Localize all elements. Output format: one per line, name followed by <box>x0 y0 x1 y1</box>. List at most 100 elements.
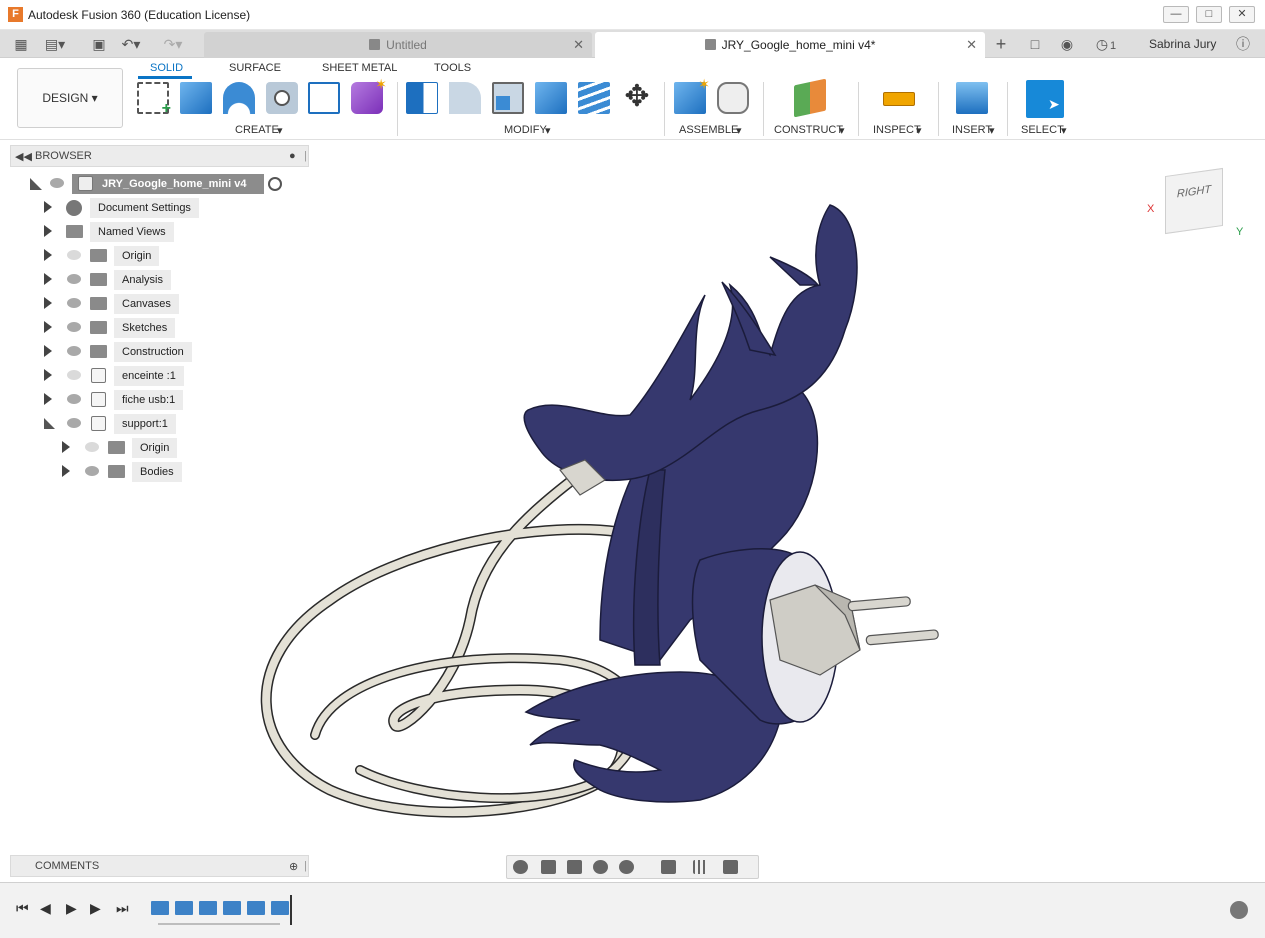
expand-triangle-icon[interactable] <box>44 393 52 405</box>
hidden-eye-icon[interactable] <box>67 250 81 260</box>
create-menu[interactable]: CREATE <box>235 124 279 136</box>
hidden-eye-icon[interactable] <box>85 442 99 452</box>
browser-root-node[interactable]: JRY_Google_home_mini v4 <box>26 174 296 194</box>
browser-item-bodies[interactable]: Bodies <box>62 462 192 482</box>
combine-icon[interactable] <box>535 82 567 114</box>
expand-triangle-icon[interactable] <box>62 441 70 453</box>
expand-triangle-icon[interactable] <box>44 321 52 333</box>
collapse-triangle-icon[interactable] <box>30 178 42 190</box>
fit-zoom-icon[interactable] <box>619 860 634 874</box>
support-body[interactable] <box>523 204 858 803</box>
expand-triangle-icon[interactable] <box>44 273 52 285</box>
visibility-eye-icon[interactable] <box>67 346 81 356</box>
look-at-icon[interactable] <box>541 860 556 874</box>
visibility-eye-icon[interactable] <box>67 298 81 308</box>
close-tab-icon[interactable]: ✕ <box>573 32 584 58</box>
press-pull-icon[interactable] <box>406 82 438 114</box>
joint-icon[interactable] <box>717 82 749 114</box>
comment-bubble-icon[interactable]: □ <box>1024 34 1046 54</box>
browser-item-support[interactable]: support:1 <box>44 414 184 434</box>
redo-icon[interactable]: ↷▾ <box>162 34 184 54</box>
visibility-eye-icon[interactable] <box>67 274 81 284</box>
tab-untitled[interactable]: Untitled ✕ <box>204 32 592 58</box>
expand-triangle-icon[interactable] <box>44 225 52 237</box>
tab-sheet-metal[interactable]: SHEET METAL <box>322 62 397 74</box>
collapse-browser-icon[interactable]: ◀◀ <box>15 150 32 163</box>
user-name[interactable]: Sabrina Jury <box>1149 37 1216 51</box>
timeline-feature-icon[interactable] <box>199 901 217 915</box>
file-menu-icon[interactable]: ▤▾ <box>44 34 66 54</box>
orbit-icon[interactable] <box>513 860 528 874</box>
notifications-button[interactable]: ◷ 1 <box>1090 34 1122 54</box>
minus-circle-icon[interactable]: ● <box>289 150 296 162</box>
timeline-feature-icon[interactable] <box>223 901 241 915</box>
power-plug[interactable] <box>769 584 939 676</box>
browser-item-fiche-usb[interactable]: fiche usb:1 <box>44 390 194 410</box>
3d-viewport[interactable] <box>0 140 1265 855</box>
browser-panel-header[interactable]: ◀◀ BROWSER ● | <box>10 145 309 167</box>
browser-item-named-views[interactable]: Named Views <box>44 222 184 242</box>
expand-triangle-icon[interactable] <box>44 249 52 261</box>
timeline-feature-icon[interactable] <box>175 901 193 915</box>
new-component-icon[interactable]: ✶ <box>674 76 710 114</box>
step-back-icon[interactable]: ◀ <box>40 900 51 917</box>
pan-hand-icon[interactable] <box>567 860 582 874</box>
visibility-eye-icon[interactable] <box>50 178 64 188</box>
close-tab-icon[interactable]: ✕ <box>966 32 977 58</box>
move-copy-icon[interactable]: ✥ <box>621 82 653 114</box>
root-component-label[interactable]: JRY_Google_home_mini v4 <box>72 174 264 194</box>
collapse-triangle-icon[interactable] <box>44 418 55 429</box>
step-forward-icon[interactable]: ▶ <box>90 900 101 917</box>
offset-plane-icon[interactable] <box>794 78 826 118</box>
activate-radio-icon[interactable] <box>268 177 282 191</box>
modify-menu[interactable]: MODIFY <box>504 124 547 136</box>
tab-tools[interactable]: TOOLS <box>434 62 471 74</box>
browser-item-construction[interactable]: Construction <box>44 342 204 362</box>
timeline-feature-icon[interactable] <box>151 901 169 915</box>
visibility-eye-icon[interactable] <box>67 322 81 332</box>
undo-icon[interactable]: ↶▾ <box>120 34 142 54</box>
data-panel-grid-icon[interactable]: ▦ <box>10 34 32 54</box>
play-icon[interactable]: ▶ <box>66 900 77 917</box>
insert-menu[interactable]: INSERT <box>952 124 992 136</box>
visibility-eye-icon[interactable] <box>67 394 81 404</box>
expand-triangle-icon[interactable] <box>44 369 52 381</box>
shell-icon[interactable] <box>492 82 524 114</box>
panel-pin-icon[interactable]: | <box>304 150 307 162</box>
expand-triangle-icon[interactable] <box>62 465 70 477</box>
timeline-feature-icon[interactable] <box>247 901 265 915</box>
visibility-eye-icon[interactable] <box>67 418 81 428</box>
browser-item-support-origin[interactable]: Origin <box>62 438 192 458</box>
select-menu[interactable]: SELECT <box>1021 124 1064 136</box>
display-settings-icon[interactable] <box>661 860 676 874</box>
workspace-switcher-button[interactable]: DESIGN ▾ <box>17 68 123 128</box>
hole-icon[interactable] <box>266 82 298 114</box>
save-icon[interactable]: ▣ <box>88 34 110 54</box>
close-window-button[interactable]: ✕ <box>1229 6 1255 23</box>
browser-item-origin[interactable]: Origin <box>44 246 164 266</box>
fillet-icon[interactable] <box>449 82 481 114</box>
measure-icon[interactable] <box>883 92 915 106</box>
assemble-menu[interactable]: ASSEMBLE <box>679 124 738 136</box>
browser-item-analysis[interactable]: Analysis <box>44 270 174 290</box>
visibility-eye-icon[interactable] <box>85 466 99 476</box>
tab-solid[interactable]: SOLID <box>150 62 183 74</box>
inspect-menu[interactable]: INSPECT <box>873 124 921 136</box>
expand-triangle-icon[interactable] <box>44 201 52 213</box>
new-tab-plus-icon[interactable]: + <box>990 34 1012 54</box>
grid-snap-icon[interactable] <box>693 860 708 874</box>
create-sketch-icon[interactable]: + <box>137 82 171 117</box>
pattern-icon[interactable] <box>308 82 340 114</box>
gear-icon[interactable] <box>1230 901 1248 919</box>
minimize-button[interactable]: — <box>1163 6 1189 23</box>
maximize-button[interactable]: □ <box>1196 6 1222 23</box>
panel-pin-icon[interactable]: | <box>304 860 307 872</box>
help-icon[interactable]: ⓘ <box>1232 34 1254 54</box>
go-to-end-icon[interactable]: ⏭ <box>116 900 129 917</box>
offset-face-icon[interactable] <box>578 82 610 114</box>
tab-surface[interactable]: SURFACE <box>229 62 281 74</box>
timeline-feature-icon[interactable] <box>271 901 289 915</box>
construct-menu[interactable]: CONSTRUCT <box>774 124 843 136</box>
browser-item-document-settings[interactable]: Document Settings <box>44 198 204 218</box>
create-form-icon[interactable]: ✶ <box>351 76 387 114</box>
